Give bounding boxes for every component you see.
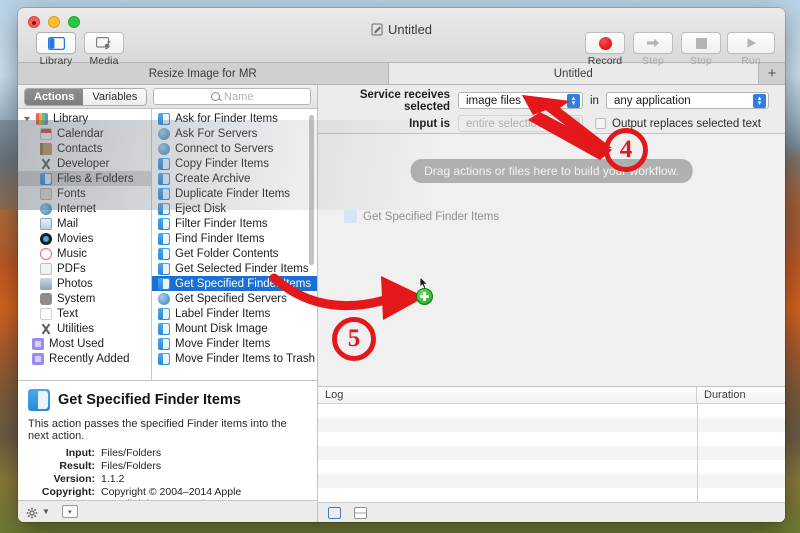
output-replaces-checkbox[interactable] xyxy=(595,118,606,129)
developer-icon xyxy=(40,158,52,170)
annotation-arrow-to-service-popup xyxy=(522,95,612,160)
input-is-label: Input is xyxy=(318,118,458,130)
category-row-contacts[interactable]: Contacts xyxy=(18,141,151,156)
finder-icon xyxy=(40,173,52,185)
action-row[interactable]: Ask For Servers xyxy=(152,126,317,141)
drag-hint-pill: Drag actions or files here to build your… xyxy=(410,159,693,183)
annotation-step-4: 4 xyxy=(604,128,648,172)
finder-icon xyxy=(158,173,170,185)
finder-icon xyxy=(158,158,170,170)
action-row[interactable]: Create Archive xyxy=(152,171,317,186)
action-label: Create Archive xyxy=(175,173,250,185)
category-label: Files & Folders xyxy=(57,173,134,185)
contacts-icon xyxy=(40,143,52,155)
category-label: Fonts xyxy=(57,188,86,200)
category-label: Calendar xyxy=(57,128,104,140)
category-label: Developer xyxy=(57,158,109,170)
action-row[interactable]: Duplicate Finder Items xyxy=(152,186,317,201)
calendar-icon xyxy=(40,128,52,140)
action-label: Copy Finder Items xyxy=(175,158,269,170)
internet-icon xyxy=(158,143,170,155)
chevron-updown-icon: ▴▾ xyxy=(567,117,580,131)
action-label: Connect to Servers xyxy=(175,143,273,155)
category-row-developer[interactable]: Developer xyxy=(18,156,151,171)
annotation-step-4-number: 4 xyxy=(620,136,633,164)
finder-icon xyxy=(158,188,170,200)
annotation-arrow-to-canvas xyxy=(274,276,425,320)
action-label: Duplicate Finder Items xyxy=(175,188,290,200)
desktop-background: Untitled Library xyxy=(0,0,800,533)
action-row[interactable]: Connect to Servers xyxy=(152,141,317,156)
output-replaces-label: Output replaces selected text xyxy=(612,118,761,130)
input-is-value: entire selection xyxy=(466,118,543,130)
category-row-fonts[interactable]: Fonts xyxy=(18,186,151,201)
internet-icon xyxy=(158,128,170,140)
fonts-icon xyxy=(40,188,52,200)
category-row-calendar[interactable]: Calendar xyxy=(18,126,151,141)
action-label: Ask For Servers xyxy=(175,128,257,140)
category-row-files-and-folders[interactable]: Files & Folders xyxy=(18,171,151,186)
category-label: Contacts xyxy=(57,143,102,155)
action-row[interactable]: Copy Finder Items xyxy=(152,156,317,171)
annotation-overlay xyxy=(0,0,800,533)
